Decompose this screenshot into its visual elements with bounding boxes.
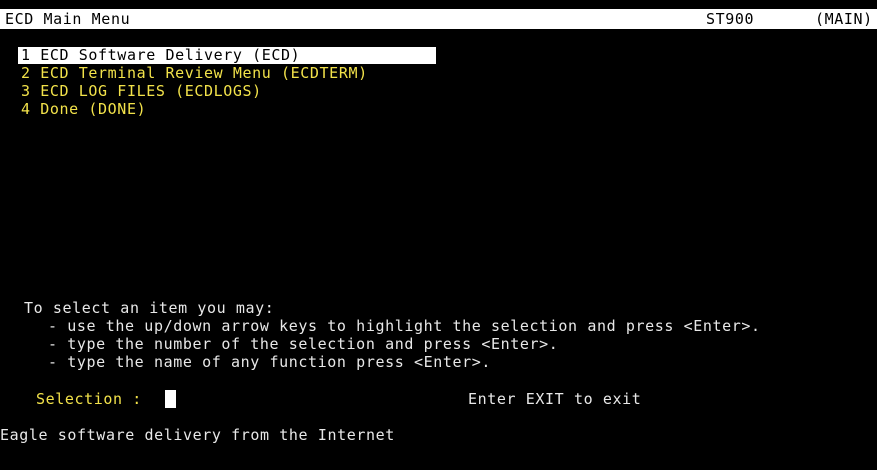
menu-item-ecdlogs[interactable]: 3 ECD LOG FILES (ECDLOGS)	[21, 83, 262, 100]
status-message: Eagle software delivery from the Interne…	[0, 426, 395, 444]
screen-code: (MAIN)	[815, 10, 873, 28]
menu-item-ecdterm[interactable]: 2 ECD Terminal Review Menu (ECDTERM)	[21, 65, 368, 82]
help-line: - type the name of any function press <E…	[48, 353, 492, 371]
selection-input[interactable]	[165, 390, 176, 408]
title-bar: ECD Main Menu ST900 (MAIN)	[0, 9, 877, 29]
screen-title: ECD Main Menu	[5, 10, 131, 28]
system-id: ST900	[706, 10, 755, 28]
help-line: - use the up/down arrow keys to highligh…	[48, 317, 761, 335]
menu-item-done[interactable]: 4 Done (DONE)	[21, 101, 146, 118]
selection-label: Selection :	[36, 390, 142, 408]
help-line: - type the number of the selection and p…	[48, 335, 559, 353]
menu-item-ecd[interactable]: 1 ECD Software Delivery (ECD)	[18, 47, 436, 64]
help-intro: To select an item you may:	[24, 299, 275, 317]
exit-hint: Enter EXIT to exit	[468, 390, 642, 408]
